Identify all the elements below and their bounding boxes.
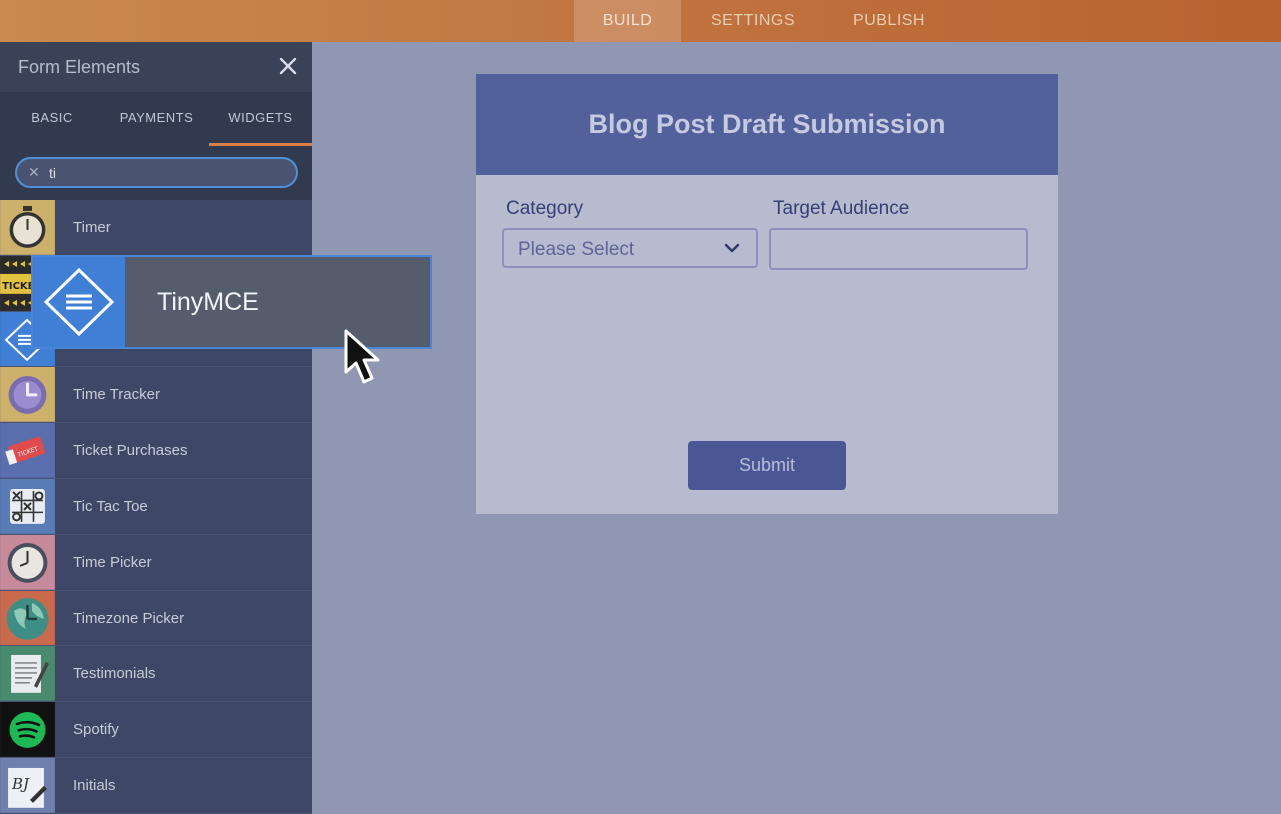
panel-header: Form Elements bbox=[0, 42, 312, 92]
list-item-label: Time Tracker bbox=[73, 386, 160, 404]
list-item[interactable]: Spotify bbox=[0, 702, 312, 758]
panel-title: Form Elements bbox=[18, 57, 141, 77]
list-item[interactable]: Timer bbox=[0, 200, 312, 256]
clear-search-icon[interactable]: ✕ bbox=[28, 164, 40, 181]
close-icon[interactable] bbox=[278, 56, 298, 76]
list-item-label: Timezone Picker bbox=[73, 609, 185, 627]
svg-text:BJ: BJ bbox=[11, 775, 30, 793]
tab-publish[interactable]: PUBLISH bbox=[834, 0, 944, 42]
category-select[interactable]: Please Select bbox=[502, 228, 758, 268]
ticket-icon: TICKET bbox=[0, 423, 55, 478]
list-item-label: Ticket Purchases bbox=[73, 442, 188, 460]
tic-tac-toe-icon bbox=[0, 478, 55, 534]
tab-basic[interactable]: BASIC bbox=[0, 92, 104, 146]
list-item[interactable]: Testimonials bbox=[0, 646, 312, 703]
testimonial-icon bbox=[0, 646, 55, 702]
form-elements-panel: Form Elements BASIC PAYMENTS WIDGETS ✕ t… bbox=[0, 42, 312, 814]
list-item[interactable]: Time Picker bbox=[0, 534, 312, 591]
top-navigation-bar: BUILD SETTINGS PUBLISH bbox=[0, 0, 1281, 42]
tinymce-icon bbox=[43, 267, 115, 337]
list-item[interactable]: Time Tracker bbox=[0, 367, 312, 424]
panel-tabs: BASIC PAYMENTS WIDGETS bbox=[0, 92, 312, 146]
mouse-cursor-icon bbox=[344, 329, 380, 384]
tab-build[interactable]: BUILD bbox=[574, 0, 681, 42]
spotify-icon bbox=[0, 702, 55, 757]
stopwatch-icon bbox=[0, 200, 55, 255]
initials-pen-icon: BJ bbox=[0, 757, 55, 813]
target-audience-input[interactable] bbox=[769, 228, 1028, 270]
tab-widgets[interactable]: WIDGETS bbox=[209, 92, 312, 146]
category-select-value: Please Select bbox=[518, 239, 635, 260]
dragged-widget-icon-box bbox=[33, 257, 125, 347]
list-item-label: Timer bbox=[73, 219, 111, 236]
clock-icon bbox=[0, 534, 55, 590]
target-audience-label: Target Audience bbox=[773, 198, 910, 219]
category-label: Category bbox=[506, 198, 584, 219]
search-input[interactable]: ✕ ti bbox=[15, 157, 298, 188]
submit-button[interactable]: Submit bbox=[688, 441, 846, 490]
list-item[interactable]: TICKET Ticket Purchases bbox=[0, 423, 312, 479]
chevron-down-icon bbox=[724, 243, 740, 253]
list-item[interactable]: Timezone Picker bbox=[0, 590, 312, 647]
list-item-label: Time Picker bbox=[73, 553, 152, 571]
search-area: ✕ ti bbox=[0, 146, 312, 200]
tab-payments[interactable]: PAYMENTS bbox=[104, 92, 209, 146]
list-item-label: Initials bbox=[73, 776, 116, 794]
time-tracker-icon bbox=[0, 367, 55, 423]
form-title[interactable]: Blog Post Draft Submission bbox=[588, 109, 945, 140]
list-item-label: Spotify bbox=[73, 721, 119, 739]
dragged-widget-label: TinyMCE bbox=[157, 288, 259, 316]
form-card: Blog Post Draft Submission Category Targ… bbox=[476, 74, 1058, 514]
search-query: ti bbox=[49, 165, 56, 181]
list-item[interactable]: Tic Tac Toe bbox=[0, 478, 312, 535]
tab-settings[interactable]: SETTINGS bbox=[692, 0, 814, 42]
list-item-label: Testimonials bbox=[73, 665, 156, 683]
globe-clock-icon bbox=[0, 590, 55, 646]
form-header: Blog Post Draft Submission bbox=[476, 74, 1058, 175]
list-item-label: Tic Tac Toe bbox=[73, 497, 148, 515]
list-item[interactable]: BJ Initials bbox=[0, 757, 312, 814]
